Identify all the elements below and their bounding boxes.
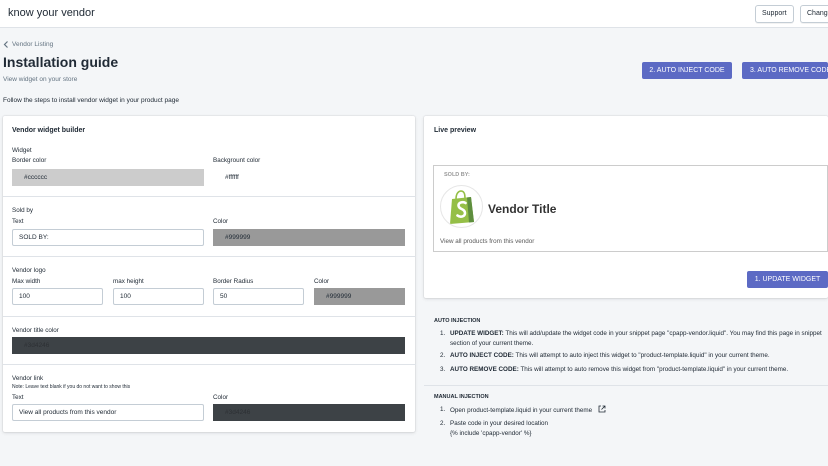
max-width-input[interactable]: 100 <box>12 288 103 305</box>
manual-injection-list: 1. Open product-template.liquid in your … <box>440 405 826 441</box>
sold-by-text-input[interactable]: SOLD BY: <box>12 229 204 246</box>
page-subtitle: View widget on your store <box>3 76 78 83</box>
vendor-widget-preview: SOLD BY: Vendor Title View all products … <box>433 165 828 252</box>
builder-title: Vendor widget builder <box>12 127 86 134</box>
link-text-label: Text <box>12 394 24 401</box>
link-section-label: Vendor link <box>12 375 44 382</box>
preview-vendor-link[interactable]: View all products from this vendor <box>440 238 534 245</box>
preview-sold-by: SOLD BY: <box>444 172 470 178</box>
logo-divider <box>3 256 416 257</box>
change-button[interactable]: Change <box>800 5 828 23</box>
sold-by-section-label: Sold by <box>12 207 34 214</box>
link-divider <box>3 364 416 365</box>
external-link-icon[interactable] <box>598 405 606 413</box>
border-radius-label: Border Radius <box>213 278 254 285</box>
background-color-label: Backgrount color <box>213 157 261 164</box>
preview-vendor-title: Vendor Title <box>488 202 557 216</box>
support-button[interactable]: Support <box>755 5 794 23</box>
preview-title: Live preview <box>434 127 477 134</box>
sold-by-color-field[interactable]: #999999 <box>213 229 405 246</box>
logo-color-label: Color <box>314 278 330 285</box>
chevron-left-icon <box>3 41 8 48</box>
sold-by-divider <box>3 196 416 197</box>
sold-by-color-label: Color <box>213 218 229 225</box>
widget-builder-card: Vendor widget builder Widget Border colo… <box>3 116 416 432</box>
widget-section-label: Widget <box>12 147 32 154</box>
vendor-logo <box>440 185 483 228</box>
link-color-label: Color <box>213 394 229 401</box>
shopify-bag-icon <box>450 190 474 224</box>
border-color-label: Border color <box>12 157 47 164</box>
top-bar: know your vendor Support Change <box>0 0 828 28</box>
help-divider <box>424 385 828 386</box>
breadcrumb[interactable]: Vendor Listing <box>3 41 53 48</box>
page-title: Installation guide <box>3 54 119 70</box>
page-instructions: Follow the steps to install vendor widge… <box>3 97 179 104</box>
border-radius-input[interactable]: 50 <box>213 288 304 305</box>
max-width-label: Max width <box>12 278 41 285</box>
link-text-input[interactable]: View all products from this vendor <box>12 404 204 421</box>
title-color-field[interactable]: #3d4246 <box>12 337 405 354</box>
update-widget-button[interactable]: 1. UPDATE WIDGET <box>747 271 828 288</box>
background-color-field[interactable]: #ffffff <box>213 169 405 186</box>
title-color-divider <box>3 316 416 317</box>
link-note: Note: Leave text blank if you do not wan… <box>12 384 131 390</box>
manual-injection-heading: MANUAL INJECTION <box>434 394 489 400</box>
auto-injection-heading: AUTO INJECTION <box>434 318 481 324</box>
max-height-label: max height <box>113 278 144 285</box>
sold-by-text-label: Text <box>12 218 24 225</box>
auto-inject-button[interactable]: 2. AUTO INJECT CODE <box>642 62 732 79</box>
include-code-snippet: {% include 'cpapp-vendor' %} <box>450 429 532 437</box>
auto-remove-button[interactable]: 3. AUTO REMOVE CODE <box>742 62 828 79</box>
app-title: know your vendor <box>8 7 95 19</box>
link-color-field[interactable]: #3d4246 <box>213 404 405 421</box>
logo-color-field[interactable]: #999999 <box>314 288 405 305</box>
logo-section-label: Vendor logo <box>12 267 46 274</box>
title-color-section-label: Vendor title color <box>12 327 59 334</box>
breadcrumb-label: Vendor Listing <box>12 41 54 48</box>
auto-injection-list: 1. UPDATE WIDGET: This will add/update t… <box>440 330 822 373</box>
border-color-field[interactable]: #cccccc <box>12 169 204 186</box>
max-height-input[interactable]: 100 <box>113 288 204 305</box>
